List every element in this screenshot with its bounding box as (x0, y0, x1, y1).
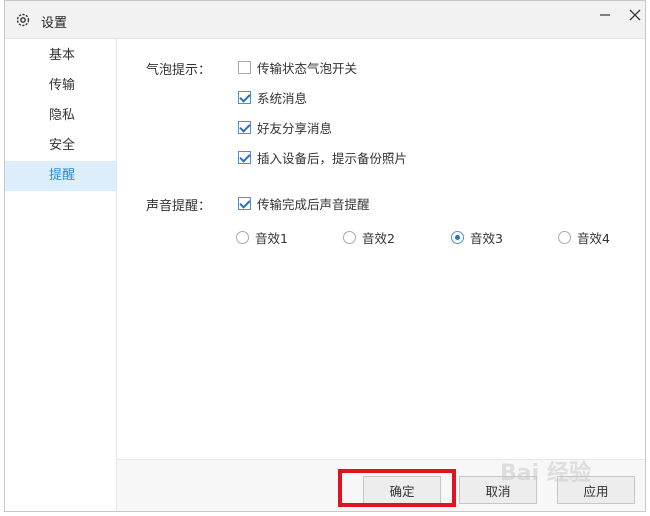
settings-content: 气泡提示： 传输状态气泡开关 系统消息 好友分享消息 插入设备后，提示备份照片 … (117, 39, 645, 459)
effect-1-radio[interactable] (236, 231, 249, 244)
sidebar-item-basic[interactable]: 基本 (5, 41, 116, 71)
minimize-icon (600, 14, 610, 16)
option-friend-share[interactable]: 好友分享消息 (238, 118, 332, 137)
radio-effect-3[interactable]: 音效3 (451, 228, 503, 247)
effect-2-radio[interactable] (343, 231, 356, 244)
option-label: 好友分享消息 (257, 121, 333, 136)
minimize-button[interactable] (591, 5, 619, 25)
effect-3-radio[interactable] (451, 231, 464, 244)
sound-section-label: 声音提醒： (146, 199, 212, 214)
option-label: 传输状态气泡开关 (257, 61, 358, 76)
system-message-checkbox[interactable] (238, 91, 251, 104)
option-transfer-bubble[interactable]: 传输状态气泡开关 (238, 58, 357, 77)
backup-photos-checkbox[interactable] (238, 151, 251, 164)
friend-share-checkbox[interactable] (238, 121, 251, 134)
settings-sidebar: 基本 传输 隐私 安全 提醒 (5, 39, 117, 511)
option-system-message[interactable]: 系统消息 (238, 88, 307, 107)
dialog-footer: 确定 取消 应用 (117, 459, 645, 511)
close-button[interactable] (621, 5, 649, 25)
window-title: 设置 (41, 16, 68, 31)
sound-on-complete-checkbox[interactable] (238, 197, 251, 210)
transfer-bubble-checkbox[interactable] (238, 61, 251, 74)
settings-window: 设置 基本 传输 隐私 安全 提醒 气泡提示： 传输状态气泡开关 系统消息 好友… (4, 0, 646, 512)
sidebar-item-privacy[interactable]: 隐私 (5, 101, 116, 131)
bubble-section-label: 气泡提示： (146, 63, 212, 78)
radio-label: 音效3 (470, 231, 503, 246)
radio-effect-2[interactable]: 音效2 (343, 228, 395, 247)
gear-icon (15, 12, 31, 28)
apply-button[interactable]: 应用 (557, 476, 635, 504)
option-label: 传输完成后声音提醒 (257, 197, 370, 212)
effect-4-radio[interactable] (558, 231, 571, 244)
sidebar-item-transfer[interactable]: 传输 (5, 71, 116, 101)
radio-label: 音效1 (255, 231, 288, 246)
ok-button[interactable]: 确定 (363, 476, 441, 504)
radio-label: 音效4 (577, 231, 610, 246)
radio-effect-4[interactable]: 音效4 (558, 228, 610, 247)
cancel-button[interactable]: 取消 (459, 476, 537, 504)
option-backup-photos[interactable]: 插入设备后，提示备份照片 (238, 148, 407, 167)
close-icon (629, 9, 641, 21)
option-label: 系统消息 (257, 91, 308, 106)
radio-effect-1[interactable]: 音效1 (236, 228, 288, 247)
sidebar-item-reminder[interactable]: 提醒 (5, 161, 116, 191)
option-label: 插入设备后，提示备份照片 (257, 151, 408, 166)
title-bar: 设置 (5, 1, 645, 39)
option-sound-on-complete[interactable]: 传输完成后声音提醒 (238, 194, 370, 213)
sidebar-item-security[interactable]: 安全 (5, 131, 116, 161)
radio-label: 音效2 (362, 231, 395, 246)
